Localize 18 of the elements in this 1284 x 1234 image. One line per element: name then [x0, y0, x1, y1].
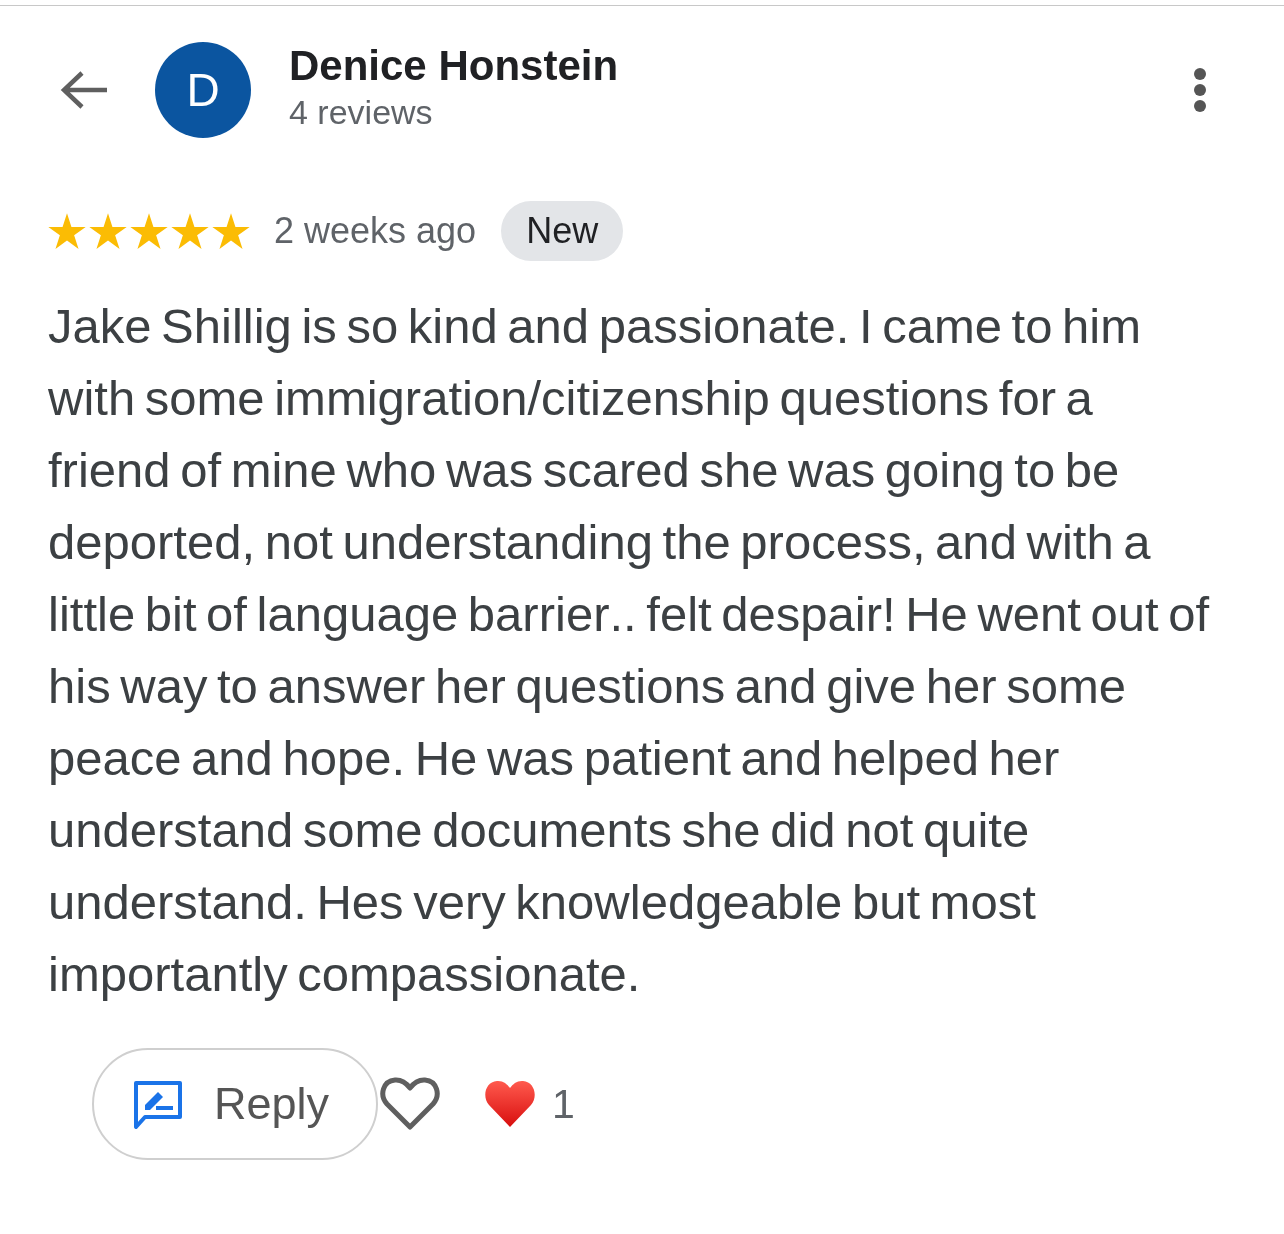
star-icon	[89, 212, 127, 250]
star-icon	[48, 212, 86, 250]
back-icon[interactable]	[60, 71, 108, 109]
review-time: 2 weeks ago	[274, 210, 477, 252]
reply-icon	[134, 1079, 184, 1129]
heart-icon	[484, 1080, 536, 1128]
review-text: Jake Shillig is so kind and passionate. I came to him with some immigration/citizenship questions for a friend of mine who was scared she was going to be deported, not understanding the process, and with a little bit of language barrier.. felt despair! He went out of his way to answer her questions and give her some peace and hope. He was patient and helped her understand some documents she did not quite understand. Hes very knowledgeable but most importantly compassionate.	[48, 298, 1211, 1003]
reaction-count: 1	[552, 1080, 575, 1128]
more-options-icon[interactable]	[1191, 66, 1209, 114]
reply-button[interactable]: Reply	[92, 1048, 378, 1160]
star-icon	[130, 212, 168, 250]
review-count: 4 reviews	[289, 92, 434, 132]
star-icon	[171, 212, 209, 250]
heart-icon[interactable]	[380, 1077, 440, 1131]
star-icon	[212, 212, 250, 250]
reviewer-name: Denice Honstein	[289, 42, 619, 90]
new-badge: New	[501, 201, 624, 261]
avatar: D	[155, 42, 251, 138]
